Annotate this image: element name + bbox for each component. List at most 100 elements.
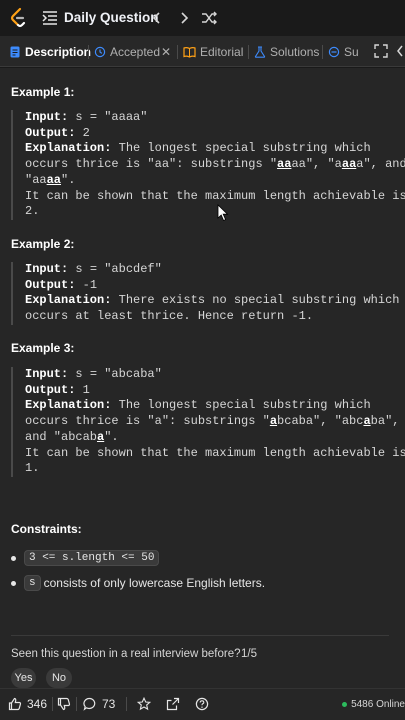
tab-divider: [88, 45, 89, 59]
share-icon: [166, 697, 180, 711]
constraint-code: s: [24, 575, 41, 591]
output-label: Output:: [25, 125, 76, 140]
share-button[interactable]: [166, 689, 185, 719]
help-button[interactable]: [195, 689, 214, 719]
explanation-text: "aa: [25, 172, 47, 187]
explanation-text: The longest special substring which: [118, 398, 371, 413]
explanation-text: ".: [104, 429, 119, 444]
tab-submissions-label: Su: [344, 44, 359, 59]
dislike-button[interactable]: [57, 689, 76, 719]
description-icon: [10, 46, 20, 57]
example-1-title: Example 1:: [11, 85, 75, 99]
output-label: Output:: [25, 277, 76, 292]
input-label: Input:: [25, 110, 69, 124]
explanation-label: Explanation:: [25, 141, 112, 156]
mouse-cursor-icon: [217, 204, 229, 222]
yes-button[interactable]: Yes: [11, 668, 36, 688]
highlighted-substring: aa: [46, 172, 62, 187]
problem-description: Example 1: Input: s = "aaaa" Output: 2 E…: [0, 68, 405, 688]
bottom-action-bar: 346 73 5486 Online: [0, 688, 405, 720]
constraint-item: s consists of only lowercase English let…: [11, 575, 265, 591]
tab-solutions[interactable]: Solutions: [254, 36, 319, 67]
shuffle-icon[interactable]: [200, 9, 218, 27]
problem-list-icon[interactable]: [42, 10, 58, 26]
interview-question: Seen this question in a real interview b…: [11, 648, 241, 660]
explanation-text: and "abcab: [25, 429, 98, 444]
bullet-dot: [11, 580, 16, 586]
like-count: 346: [27, 697, 48, 711]
flask-icon: [254, 45, 266, 58]
page-title[interactable]: Daily Question: [64, 10, 159, 25]
tab-divider: [322, 45, 323, 59]
input-label: Input:: [25, 262, 69, 276]
comments-button[interactable]: 73: [83, 689, 115, 719]
bar-divider: [76, 697, 77, 711]
explanation-text: bcaba", "abc: [277, 414, 364, 429]
help-icon: [195, 697, 209, 711]
example-2-output: -1: [75, 277, 98, 292]
problem-tabs: Description Accepted ✕ Editorial Solutio…: [0, 36, 405, 67]
explanation-label: Explanation:: [25, 398, 112, 413]
tab-description[interactable]: Description: [9, 36, 91, 67]
tab-solutions-label: Solutions: [270, 44, 320, 59]
comment-count: 73: [102, 697, 116, 711]
constraint-text: consists of only lowercase English lette…: [43, 576, 266, 590]
explanation-text: aa", "a: [291, 157, 342, 172]
bar-divider: [52, 697, 53, 711]
explanation-text: occurs thrice is "aa": substrings ": [25, 157, 278, 172]
tab-description-label: Description: [25, 44, 92, 59]
example-3-input: s = "abcaba": [68, 367, 162, 381]
history-icon: [94, 46, 106, 57]
example-3-block: Input: s = "abcaba" Output: 1 Explanatio…: [11, 367, 405, 477]
top-nav-bar: Daily Question: [0, 0, 405, 36]
like-button[interactable]: 346: [8, 689, 47, 719]
explanation-text: occurs at least thrice. Hence return -1.: [25, 309, 314, 324]
constraints-title: Constraints:: [11, 522, 82, 536]
explanation-text: ba",: [370, 414, 400, 429]
example-3-output: 1: [75, 382, 90, 397]
collapse-icon[interactable]: [396, 43, 405, 59]
comment-icon: [83, 697, 96, 711]
online-count: 5486 Online: [351, 698, 405, 710]
interview-count: 1/5: [241, 648, 257, 660]
leetcode-logo[interactable]: [8, 7, 28, 29]
example-3-title: Example 3:: [11, 341, 75, 355]
output-label: Output:: [25, 382, 76, 397]
highlighted-substring: aa: [341, 157, 357, 172]
expand-icon[interactable]: [373, 43, 389, 59]
tab-accepted-label: Accepted: [110, 44, 161, 59]
input-label: Input:: [25, 367, 69, 381]
example-2-input: s = "abcdef": [68, 262, 162, 276]
explanation-text: It can be shown that the maximum length …: [25, 188, 405, 203]
example-1-output: 2: [75, 125, 90, 140]
tab-editorial-label: Editorial: [200, 44, 244, 59]
explanation-text: There exists no special substring which: [118, 293, 400, 308]
constraint-item: 3 <= s.length <= 50: [11, 550, 162, 566]
favorite-button[interactable]: [137, 689, 156, 719]
example-2-title: Example 2:: [11, 237, 75, 251]
example-1-input: s = "aaaa": [68, 110, 148, 124]
next-question-icon[interactable]: [175, 9, 193, 27]
bullet-dot: [11, 555, 16, 561]
prev-question-icon[interactable]: [148, 9, 166, 27]
tab-submissions[interactable]: Su: [328, 36, 362, 67]
explanation-text: occurs thrice is "a": substrings ": [25, 414, 270, 429]
submissions-icon: [328, 46, 340, 57]
tab-accepted-close[interactable]: ✕: [161, 36, 171, 67]
thumbs-up-icon: [8, 697, 22, 711]
highlighted-substring: aa: [277, 157, 292, 172]
explanation-label: Explanation:: [25, 293, 112, 308]
tab-divider: [177, 45, 178, 59]
highlighted-substring: a: [269, 414, 278, 429]
online-indicator: 5486 Online: [342, 689, 405, 719]
explanation-text: The longest special substring which: [118, 141, 371, 156]
no-button[interactable]: No: [46, 668, 72, 688]
explanation-text: 2.: [25, 204, 40, 219]
tab-accepted[interactable]: Accepted: [94, 36, 160, 67]
tab-editorial[interactable]: Editorial: [183, 36, 243, 67]
bar-divider: [126, 697, 127, 711]
explanation-text: a", and: [356, 157, 405, 172]
highlighted-substring: a: [363, 414, 371, 429]
section-divider: [11, 635, 389, 636]
thumbs-down-icon: [57, 697, 71, 711]
